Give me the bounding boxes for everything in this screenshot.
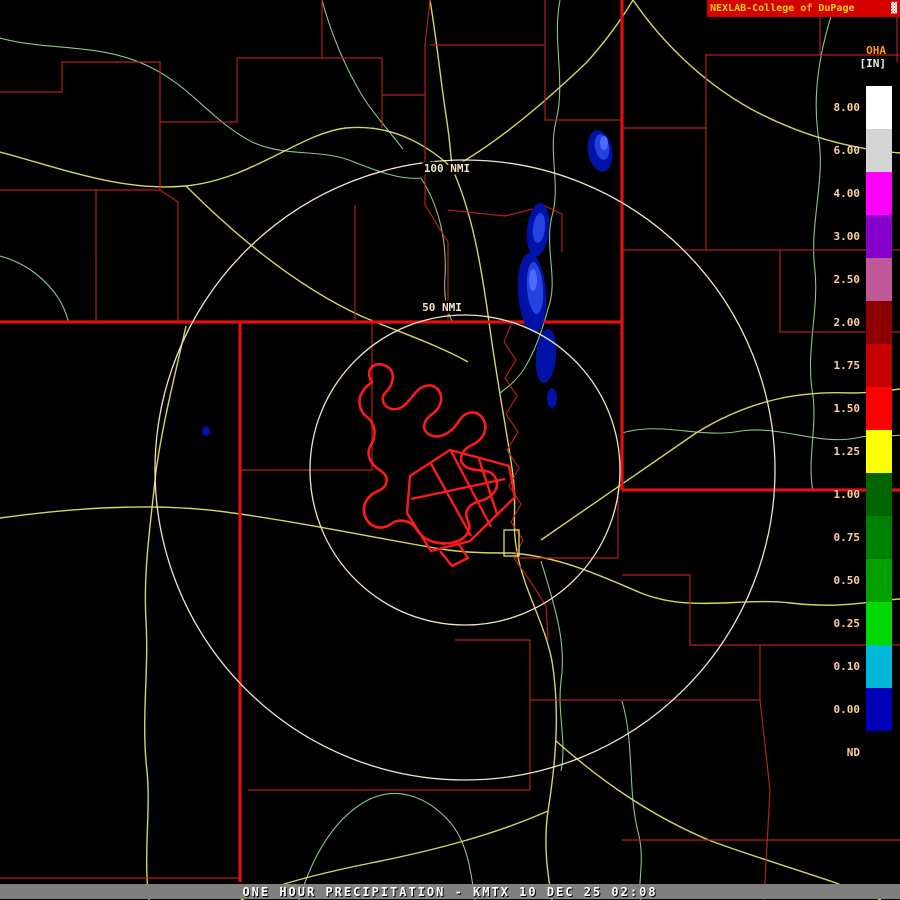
- product-labels: OHA [IN]: [860, 44, 887, 70]
- colorbar-row: 1.25: [824, 430, 892, 473]
- colorbar-label: ND: [846, 746, 860, 759]
- colorbar-segment: [866, 688, 892, 731]
- brand-text: NEXLAB-College of DuPage: [710, 3, 855, 14]
- colorbar-segment: [866, 344, 892, 387]
- status-bar: ONE HOUR PRECIPITATION - KMTX 10 DEC 25 …: [0, 884, 900, 899]
- colorbar-segment: [866, 129, 892, 172]
- colorbar-row: 6.00: [824, 129, 892, 172]
- colorbar-segment: [866, 258, 892, 301]
- colorbar-label: 0.50: [833, 574, 861, 587]
- precip-echo-dark: [202, 130, 613, 436]
- colorbar-label: 1.00: [833, 488, 861, 501]
- colorbar-row: 0.75: [824, 516, 892, 559]
- colorbar-segment: [866, 559, 892, 602]
- colorbar-segment: [866, 301, 892, 344]
- colorbar-label: 0.75: [833, 531, 861, 544]
- colorbar-label: 6.00: [833, 144, 861, 157]
- colorbar-segment: [866, 86, 892, 129]
- colorbar-label: 0.25: [833, 617, 861, 630]
- colorbar-label: 1.75: [833, 359, 861, 372]
- colorbar-segment: [866, 602, 892, 645]
- range-ring-label-50: 50 NMI: [422, 301, 462, 314]
- colorbar-label: 1.25: [833, 445, 861, 458]
- colorbar-row: 3.00: [824, 215, 892, 258]
- colorbar-segment: [866, 430, 892, 473]
- colorbar-row: 0.50: [824, 559, 892, 602]
- colorbar-segment: [866, 215, 892, 258]
- colorbar-row: 2.00: [824, 301, 892, 344]
- colorbar-row: ND: [824, 731, 892, 774]
- product-code-label: OHA: [866, 44, 886, 57]
- colorbar-label: 2.00: [833, 316, 861, 329]
- colorbar-row: 8.00: [824, 86, 892, 129]
- colorbar-segment: [866, 731, 892, 774]
- colorbar-label: 0.10: [833, 660, 861, 673]
- colorbar-row: 0.25: [824, 602, 892, 645]
- colorbar-legend: 8.00 6.00 4.00 3.00 2.50 2.00 1.75 1.50: [824, 86, 892, 774]
- colorbar-segment: [866, 516, 892, 559]
- colorbar-label: 1.50: [833, 402, 861, 415]
- colorbar-row: 0.10: [824, 645, 892, 688]
- colorbar-segment: [866, 172, 892, 215]
- range-ring-label-100: 100 NMI: [424, 162, 470, 175]
- colorbar-row: 1.00: [824, 473, 892, 516]
- urban-boundary-lines: [405, 448, 517, 568]
- radar-screen: 100 NMI 50 NMI NEXLAB-College of DuPage …: [0, 0, 900, 900]
- colorbar-segment: [866, 473, 892, 516]
- colorbar-label: 2.50: [833, 273, 861, 286]
- product-units-label: [IN]: [859, 57, 887, 70]
- colorbar-label: 3.00: [833, 230, 861, 243]
- colorbar-row: 0.00: [824, 688, 892, 731]
- radar-map-canvas[interactable]: 100 NMI 50 NMI: [0, 0, 900, 900]
- colorbar-row: 1.75: [824, 344, 892, 387]
- colorbar-label: 4.00: [833, 187, 861, 200]
- cod-logo-icon: ▓: [890, 2, 897, 14]
- colorbar-row: 4.00: [824, 172, 892, 215]
- colorbar-label: 8.00: [833, 101, 861, 114]
- colorbar-row: 1.50: [824, 387, 892, 430]
- brand-bar: NEXLAB-College of DuPage ▓: [707, 0, 900, 17]
- colorbar-segment: [866, 645, 892, 688]
- colorbar-row: 2.50: [824, 258, 892, 301]
- lake-outline: [358, 362, 499, 545]
- colorbar-segment: [866, 387, 892, 430]
- colorbar-label: 0.00: [833, 703, 861, 716]
- status-bar-text: ONE HOUR PRECIPITATION - KMTX 10 DEC 25 …: [242, 884, 658, 899]
